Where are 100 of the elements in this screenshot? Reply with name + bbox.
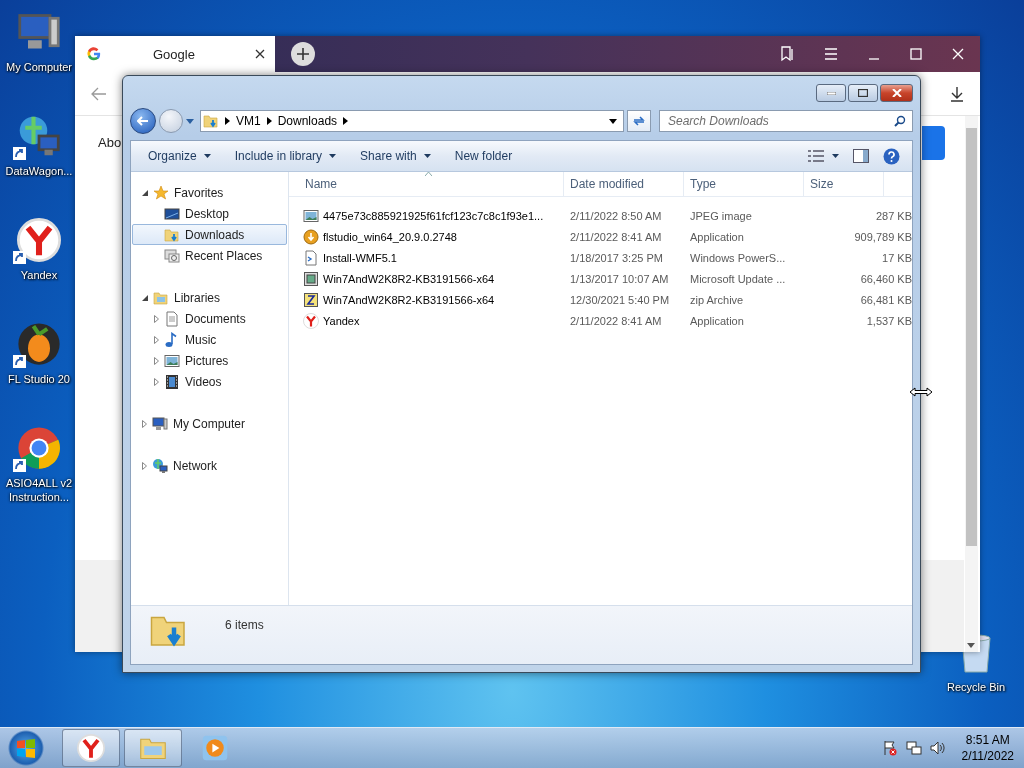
new-tab-button[interactable]: [291, 42, 315, 66]
size-cell-text: 66,460 KB: [859, 272, 912, 285]
collapsed-triangle-icon[interactable]: [154, 314, 159, 323]
clock-time[interactable]: 8:51 AM: [965, 732, 1010, 748]
tab-title: Google: [153, 46, 196, 62]
toolbar-button[interactable]: Share with: [349, 145, 442, 167]
desktop-icon-label[interactable]: Yandex: [1, 268, 77, 282]
desktop-icon-label[interactable]: DataWagon...: [1, 164, 77, 178]
navigation-item[interactable]: Videos: [132, 371, 287, 392]
taskbar-button[interactable]: [62, 729, 120, 767]
breadcrumb-item[interactable]: VM1: [236, 114, 261, 128]
collapsed-triangle-icon[interactable]: [154, 356, 159, 365]
star-icon: [153, 184, 169, 201]
navigation-item[interactable]: Libraries: [131, 287, 288, 308]
maximize-button[interactable]: [848, 84, 878, 102]
type-cell-text: Windows PowerS...: [689, 251, 787, 264]
installer-icon: [303, 228, 319, 245]
scrollbar[interactable]: [965, 116, 978, 652]
collapsed-triangle-icon[interactable]: [142, 461, 147, 470]
file-row[interactable]: Win7AndW2K8R2-KB3191566-x64 1/13/2017 10:07 AM Microsoft Update ... 66,460 KB: [289, 268, 912, 289]
minimize-button[interactable]: [816, 84, 846, 102]
navigation-item[interactable]: Downloads: [132, 224, 287, 245]
collapsed-triangle-icon[interactable]: [154, 335, 159, 344]
folder-download-icon: [164, 226, 180, 243]
browser-tab[interactable]: Google: [75, 36, 275, 72]
desktop-icon-label[interactable]: FL Studio 20: [1, 372, 77, 386]
date-cell-text: 2/11/2022 8:41 AM: [569, 314, 663, 327]
zip-file-icon: [303, 291, 319, 308]
film-icon: [164, 373, 180, 390]
file-name: Win7AndW2K8R2-KB3191566-x64: [323, 272, 495, 285]
desktop-icon-label[interactable]: ASIO4ALL v2 Instruction...: [1, 476, 77, 504]
maximize-icon[interactable]: [910, 48, 922, 60]
navigation-label: Videos: [185, 374, 222, 389]
back-button[interactable]: [130, 108, 156, 134]
close-button[interactable]: [880, 84, 913, 102]
navigation-label: Recent Places: [185, 248, 263, 263]
speaker-icon[interactable]: [929, 740, 946, 756]
column-header[interactable]: Date modified: [564, 172, 684, 196]
navigation-item[interactable]: Documents: [132, 308, 287, 329]
help-icon: [883, 147, 900, 165]
page-text: Abo: [98, 135, 122, 150]
navigation-label: Desktop: [185, 206, 230, 221]
file-row[interactable]: Yandex 2/11/2022 8:41 AM Application 1,537 KB: [289, 310, 912, 331]
column-header[interactable]: Type: [684, 172, 804, 196]
file-row[interactable]: Install-WMF5.1 1/18/2017 3:25 PM Windows PowerS... 17 KB: [289, 247, 912, 268]
clock-date[interactable]: 2/11/2022: [961, 748, 1014, 764]
breadcrumb-item[interactable]: Downloads: [277, 114, 338, 128]
plus-icon: [297, 48, 309, 60]
expanded-triangle-icon[interactable]: [142, 294, 148, 301]
refresh-button[interactable]: [627, 110, 651, 132]
navigation-item[interactable]: Desktop: [132, 203, 287, 224]
fruit-icon: [17, 322, 61, 366]
chrome-icon: [17, 426, 61, 470]
navigation-item[interactable]: Network: [131, 455, 288, 476]
back-arrow-icon: [137, 116, 149, 126]
caret-icon[interactable]: [609, 118, 617, 124]
navigation-item[interactable]: Recent Places: [132, 245, 287, 266]
navigation-label: Pictures: [185, 353, 229, 368]
collapsed-triangle-icon[interactable]: [142, 419, 147, 428]
toolbar-button[interactable]: New folder: [443, 145, 524, 167]
desktop-icon-label[interactable]: My Computer: [1, 60, 77, 74]
file-row[interactable]: Win7AndW2K8R2-KB3191566-x64 12/30/2021 5:40 PM zip Archive 66,481 KB: [289, 289, 912, 310]
network-icon[interactable]: [905, 740, 922, 756]
type-cell-text: Application: [689, 314, 745, 327]
caret-icon: [832, 154, 839, 158]
navigation-item[interactable]: Pictures: [132, 350, 287, 371]
caret-icon: [203, 154, 211, 158]
letter-y-icon: [17, 218, 61, 262]
navigation-item[interactable]: My Computer: [131, 413, 288, 434]
navigation-item[interactable]: Favorites: [131, 182, 288, 203]
file-name: 4475e73c885921925f61fcf123c7c8c1f93e1...: [323, 209, 544, 222]
menu-icon[interactable]: [824, 48, 838, 60]
letter-y-icon: [77, 734, 105, 762]
column-header[interactable]: Size: [804, 172, 884, 196]
toolbar-button[interactable]: Organize: [137, 145, 222, 167]
desktop-icon-label[interactable]: Recycle Bin: [938, 680, 1014, 694]
column-header[interactable]: Name: [289, 172, 564, 196]
type-cell-text: Application: [689, 230, 745, 243]
download-icon[interactable]: [950, 85, 964, 102]
network-icon: [17, 114, 61, 158]
navigation-label: Libraries: [174, 290, 221, 305]
flag-icon[interactable]: [881, 740, 898, 756]
close-icon[interactable]: [255, 49, 265, 59]
search-field[interactable]: Search Downloads: [659, 110, 913, 132]
toolbar-button[interactable]: Include in library: [223, 145, 348, 167]
column-label: Name: [305, 177, 337, 191]
update-package-icon: [303, 270, 319, 287]
file-row[interactable]: 4475e73c885921925f61fcf123c7c8c1f93e1... 2/11/2022 8:50 AM JPEG image 287 KB: [289, 205, 912, 226]
file-row[interactable]: flstudio_win64_20.9.0.2748 2/11/2022 8:41 AM Application 909,789 KB: [289, 226, 912, 247]
navigation-item[interactable]: Music: [132, 329, 287, 350]
type-cell-text: zip Archive: [689, 293, 745, 306]
navigation-label: Favorites: [174, 185, 224, 200]
expanded-triangle-icon[interactable]: [142, 189, 148, 196]
address-bar[interactable]: VM1 Downloads: [200, 110, 624, 132]
back-arrow-icon[interactable]: [91, 86, 107, 101]
bookmarks-icon[interactable]: [780, 46, 794, 62]
taskbar-button[interactable]: [124, 729, 182, 767]
date-cell-text: 1/13/2017 10:07 AM: [569, 272, 670, 285]
folder-download-icon: [203, 113, 219, 129]
collapsed-triangle-icon[interactable]: [154, 377, 159, 386]
